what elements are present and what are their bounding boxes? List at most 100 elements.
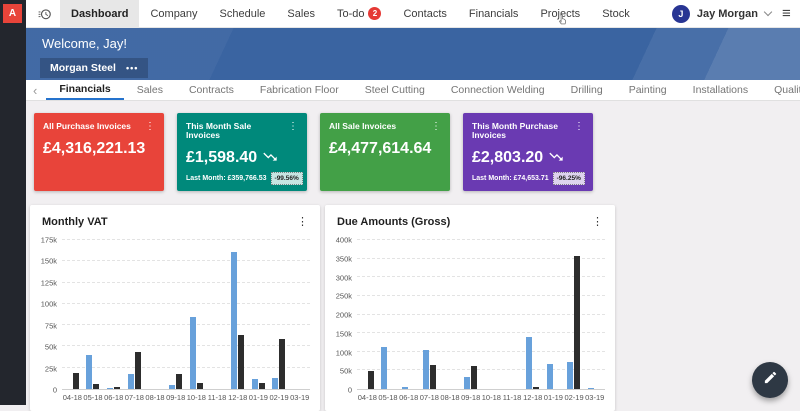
collapsed-sidebar[interactable]: A [0, 0, 26, 405]
user-avatar[interactable]: J [672, 5, 690, 23]
chart-card-monthly-vat: Monthly VAT ⋮ 025k50k75k100k125k150k175k… [30, 205, 320, 411]
nav-item-financials[interactable]: Financials [458, 0, 530, 28]
bar-series-blue [231, 252, 237, 389]
bar-series-dark [93, 384, 99, 389]
x-tick: 11-18 [207, 393, 228, 402]
bar-series-blue [190, 317, 196, 389]
y-tick: 0 [348, 386, 352, 395]
bar-group-08-18 [148, 240, 161, 389]
kpi-card-all-purchase-invoices: All Purchase Invoices ⋮ £4,316,221.13 [34, 113, 164, 191]
kebab-menu-icon[interactable]: ⋮ [288, 122, 298, 132]
nav-item-stock[interactable]: Stock [591, 0, 641, 28]
tab-financials[interactable]: Financials [46, 80, 123, 100]
nav-item-company[interactable]: Company [139, 0, 208, 28]
kpi-cards-row: All Purchase Invoices ⋮ £4,316,221.13 Th… [34, 113, 593, 191]
bar-group-04-18 [361, 240, 374, 389]
card-amount: £2,803.20 [472, 149, 543, 167]
user-name[interactable]: Jay Morgan [697, 8, 758, 20]
bar-group-01-19 [547, 240, 560, 389]
x-tick: 02-19 [269, 393, 290, 402]
x-tick: 06-18 [398, 393, 419, 402]
nav-label: Contacts [403, 8, 446, 20]
bar-group-05-18 [381, 240, 394, 389]
y-tick: 100k [41, 300, 57, 309]
bar-group-12-18 [526, 240, 539, 389]
tab-fabrication-floor[interactable]: Fabrication Floor [247, 80, 352, 100]
tab-scroll-left-icon[interactable]: ‹ [26, 80, 46, 100]
tab-sales[interactable]: Sales [124, 80, 176, 100]
kebab-menu-icon[interactable]: ⋮ [145, 122, 155, 132]
x-tick: 09-18 [460, 393, 481, 402]
kebab-menu-icon[interactable]: ⋮ [297, 215, 308, 228]
chevron-down-icon[interactable] [764, 8, 772, 16]
menu-icon[interactable]: ≡ [782, 5, 798, 22]
x-tick: 10-18 [186, 393, 207, 402]
x-tick: 05-18 [83, 393, 104, 402]
tab-installations[interactable]: Installations [680, 80, 761, 100]
company-selector[interactable]: Morgan Steel ••• [40, 58, 148, 78]
nav-item-sales[interactable]: Sales [276, 0, 326, 28]
dashboard-tabbar: ‹ Financials Sales Contracts Fabrication… [26, 80, 800, 101]
bar-group-01-19 [252, 240, 265, 389]
card-amount: £4,316,221.13 [43, 140, 155, 158]
bar-series-dark [533, 387, 539, 389]
last-month-label: Last Month: £359,766.53 [186, 175, 267, 182]
y-tick: 125k [41, 278, 57, 287]
trending-down-icon [548, 149, 564, 167]
bar-series-dark [238, 335, 244, 389]
y-tick: 100k [336, 348, 352, 357]
bar-series-dark [176, 374, 182, 389]
bar-series-dark [430, 365, 436, 389]
y-tick: 50k [45, 343, 57, 352]
bar-group-11-18 [210, 240, 223, 389]
kebab-menu-icon[interactable]: ⋮ [431, 122, 441, 132]
x-tick: 04-18 [62, 393, 83, 402]
chart-plot-area [357, 240, 605, 390]
kpi-card-month-sale-invoices: This Month Sale Invoices ⋮ £1,598.40 Las… [177, 113, 307, 191]
trending-down-icon [262, 149, 278, 167]
tab-steel-cutting[interactable]: Steel Cutting [352, 80, 438, 100]
nav-item-schedule[interactable]: Schedule [209, 0, 277, 28]
y-tick: 175k [41, 236, 57, 245]
x-tick: 12-18 [522, 393, 543, 402]
edit-fab-button[interactable] [752, 362, 788, 398]
nav-item-todo[interactable]: To-do 2 [326, 0, 393, 28]
x-tick: 12-18 [227, 393, 248, 402]
tab-quality-complain[interactable]: Quality Complain [761, 80, 800, 100]
bar-group-12-18 [231, 240, 244, 389]
bar-series-dark [114, 387, 120, 389]
kebab-menu-icon[interactable]: ⋮ [592, 215, 603, 228]
tab-drilling[interactable]: Drilling [558, 80, 616, 100]
y-axis-labels: 050k100k150k200k250k300k350k400k [331, 240, 357, 390]
kpi-card-month-purchase-invoices: This Month Purchase Invoices ⋮ £2,803.20… [463, 113, 593, 191]
history-icon[interactable] [38, 7, 52, 21]
y-tick: 50k [340, 367, 352, 376]
kebab-menu-icon[interactable]: ⋮ [574, 122, 584, 132]
x-tick: 02-19 [564, 393, 585, 402]
tab-connection-welding[interactable]: Connection Welding [438, 80, 558, 100]
nav-item-projects[interactable]: Projects [529, 0, 591, 28]
x-tick: 09-18 [165, 393, 186, 402]
bar-series-blue [547, 364, 553, 389]
card-amount: £4,477,614.64 [329, 140, 441, 158]
y-tick: 350k [336, 254, 352, 263]
tab-contracts[interactable]: Contracts [176, 80, 247, 100]
more-options-icon[interactable]: ••• [126, 65, 138, 71]
tab-painting[interactable]: Painting [616, 80, 680, 100]
app-logo[interactable]: A [3, 4, 22, 23]
nav-item-contacts[interactable]: Contacts [392, 0, 457, 28]
nav-label: Financials [469, 8, 519, 20]
bar-group-06-18 [107, 240, 120, 389]
nav-item-dashboard[interactable]: Dashboard [60, 0, 139, 28]
nav-label: Stock [602, 8, 630, 20]
y-tick: 150k [41, 257, 57, 266]
kpi-card-all-sale-invoices: All Sale Invoices ⋮ £4,477,614.64 [320, 113, 450, 191]
bar-series-blue [128, 374, 134, 389]
company-name: Morgan Steel [50, 62, 116, 74]
bar-group-07-18 [423, 240, 436, 389]
x-axis-labels: 04-1805-1806-1807-1808-1809-1810-1811-18… [357, 393, 605, 402]
bar-group-02-19 [272, 240, 285, 389]
bar-series-dark [197, 383, 203, 389]
x-axis-labels: 04-1805-1806-1807-1808-1809-1810-1811-18… [62, 393, 310, 402]
bar-series-dark [73, 373, 79, 389]
